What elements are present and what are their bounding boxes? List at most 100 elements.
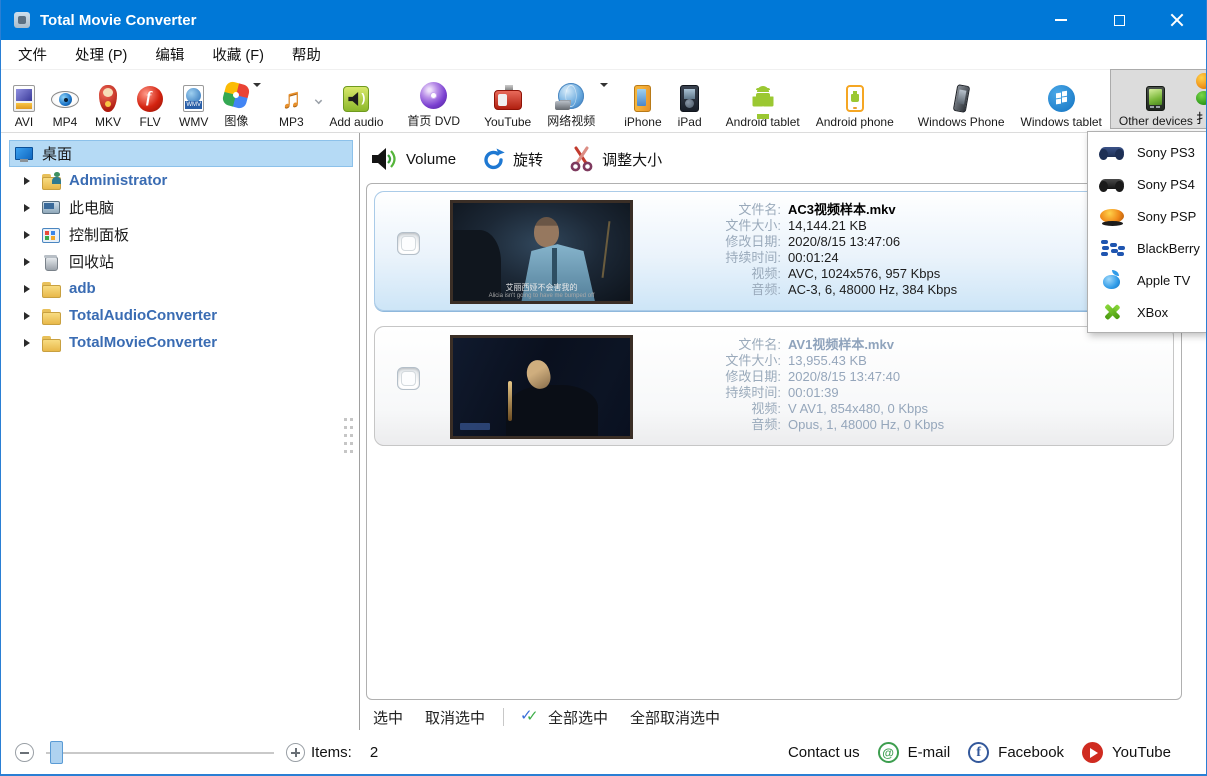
deselect-all-link[interactable]: 全部取消选中 bbox=[630, 707, 720, 728]
toolbar-mp4-button[interactable]: MP4 bbox=[43, 71, 87, 129]
ps4-gamepad-icon bbox=[1099, 174, 1125, 194]
expander-icon[interactable] bbox=[24, 177, 34, 185]
facebook-link[interactable]: Facebook bbox=[998, 744, 1064, 761]
facebook-icon[interactable]: f bbox=[968, 742, 989, 763]
file-checkbox[interactable] bbox=[397, 232, 420, 255]
divider bbox=[503, 708, 504, 726]
toolbar-iphone-button[interactable]: iPhone bbox=[616, 71, 669, 129]
youtube-link[interactable]: YouTube bbox=[1112, 744, 1171, 761]
expander-icon[interactable] bbox=[24, 285, 34, 293]
android-robot-icon bbox=[750, 84, 776, 112]
menu-item-blackberry[interactable]: BlackBerry bbox=[1088, 232, 1206, 264]
menu-favorites[interactable]: 收藏 (F) bbox=[212, 44, 264, 65]
sidebar-item-this-pc[interactable]: 此电脑 bbox=[9, 194, 353, 221]
sidebar-item-administrator[interactable]: Administrator bbox=[9, 167, 353, 194]
menu-item-sony-ps3[interactable]: Sony PS3 bbox=[1088, 136, 1206, 168]
sidebar-item-desktop[interactable]: 桌面 bbox=[9, 140, 353, 167]
file-video-info: V AV1, 854x480, 0 Kbps bbox=[788, 401, 928, 417]
splitter-grip-icon[interactable] bbox=[344, 418, 347, 421]
select-all-link[interactable]: 全部选中 bbox=[548, 707, 608, 728]
chevron-down-icon bbox=[600, 83, 608, 91]
computer-icon bbox=[41, 199, 61, 217]
sidebar-splitter[interactable] bbox=[359, 133, 360, 730]
sidebar-item-control-panel[interactable]: 控制面板 bbox=[9, 221, 353, 248]
clipped-orange-icon bbox=[1196, 73, 1207, 89]
file-name: AC3视频样本.mkv bbox=[788, 202, 896, 218]
zoom-in-icon[interactable] bbox=[286, 743, 305, 762]
file-details: 文件名:AC3视频样本.mkv 文件大小:14,144.21 KB 修改日期:2… bbox=[693, 202, 957, 298]
file-audio-info: Opus, 1, 48000 Hz, 0 Kbps bbox=[788, 417, 944, 433]
email-link[interactable]: E-mail bbox=[908, 744, 951, 761]
toolbar-image-button[interactable]: 图像 bbox=[216, 71, 261, 129]
toolbar-wmv-button[interactable]: WMV bbox=[171, 71, 216, 129]
menu-item-sony-psp[interactable]: Sony PSP bbox=[1088, 200, 1206, 232]
toolbar-windows-phone-button[interactable]: Windows Phone bbox=[910, 71, 1013, 129]
toolbar-android-phone-button[interactable]: Android phone bbox=[808, 71, 902, 129]
expander-icon[interactable] bbox=[24, 339, 34, 347]
youtube-tv-icon bbox=[494, 90, 522, 110]
expander-icon[interactable] bbox=[24, 312, 34, 320]
deselect-link[interactable]: 取消选中 bbox=[425, 707, 485, 728]
toolbar-android-tablet-button[interactable]: Android tablet bbox=[718, 71, 808, 129]
contact-us-link[interactable]: Contact us bbox=[788, 744, 860, 761]
maximize-button[interactable] bbox=[1090, 0, 1148, 40]
file-row-av1[interactable]: 文件名:AV1视频样本.mkv 文件大小:13,955.43 KB 修改日期:2… bbox=[374, 326, 1174, 446]
expander-icon[interactable] bbox=[24, 258, 34, 266]
social-links: Contact us @ E-mail f Facebook YouTube bbox=[788, 742, 1180, 763]
menu-help[interactable]: 帮助 bbox=[292, 44, 321, 65]
rotate-button[interactable]: 旋转 bbox=[482, 148, 543, 171]
blackberry-icon bbox=[1099, 238, 1125, 258]
email-icon[interactable]: @ bbox=[878, 742, 899, 763]
menu-file[interactable]: 文件 bbox=[18, 44, 47, 65]
toolbar-windows-tablet-button[interactable]: Windows tablet bbox=[1013, 71, 1110, 129]
toolbar-dvd-button[interactable]: 首页 DVD bbox=[399, 71, 468, 129]
other-devices-icon bbox=[1146, 86, 1165, 111]
wmv-file-icon bbox=[183, 85, 204, 112]
folder-icon bbox=[41, 280, 61, 298]
title-bar[interactable]: Total Movie Converter bbox=[1, 0, 1206, 40]
sidebar-item-recycle-bin[interactable]: 回收站 bbox=[9, 248, 353, 275]
menu-item-apple-tv[interactable]: Apple TV bbox=[1088, 264, 1206, 296]
app-window: Total Movie Converter 文件 处理 (P) 编辑 收藏 (F… bbox=[0, 0, 1207, 776]
toolbar-mkv-button[interactable]: MKV bbox=[87, 71, 129, 129]
zoom-slider[interactable] bbox=[46, 752, 274, 754]
youtube-icon[interactable] bbox=[1082, 742, 1103, 763]
file-name: AV1视频样本.mkv bbox=[788, 337, 894, 353]
menu-edit[interactable]: 编辑 bbox=[155, 44, 184, 65]
close-button[interactable] bbox=[1148, 0, 1206, 40]
zoom-out-icon[interactable] bbox=[15, 743, 34, 762]
sidebar-item-totalmovieconverter[interactable]: TotalMovieConverter bbox=[9, 329, 353, 356]
clipped-green-icon bbox=[1196, 91, 1207, 105]
file-row-ac3[interactable]: 艾丽西娅不会害我的 Alicia isn't going to have me … bbox=[374, 191, 1174, 311]
menu-item-sony-ps4[interactable]: Sony PS4 bbox=[1088, 168, 1206, 200]
expander-icon[interactable] bbox=[24, 204, 34, 212]
video-thumbnail[interactable]: 艾丽西娅不会害我的 Alicia isn't going to have me … bbox=[450, 200, 633, 304]
volume-speaker-icon bbox=[371, 147, 398, 171]
double-check-icon: ✓✓ bbox=[520, 709, 542, 725]
toolbar-add-audio-button[interactable]: Add audio bbox=[321, 71, 391, 129]
menu-process[interactable]: 处理 (P) bbox=[75, 44, 127, 65]
toolbar-clipped-button[interactable]: 扌 bbox=[1189, 70, 1207, 132]
volume-button[interactable]: Volume bbox=[371, 147, 456, 171]
select-link[interactable]: 选中 bbox=[373, 707, 403, 728]
video-thumbnail[interactable] bbox=[450, 335, 633, 439]
sidebar-item-adb[interactable]: adb bbox=[9, 275, 353, 302]
maximize-icon bbox=[1114, 15, 1125, 26]
toolbar-web-video-button[interactable]: 网络视频 bbox=[539, 71, 608, 129]
file-checkbox[interactable] bbox=[397, 367, 420, 390]
menu-item-xbox[interactable]: XBox bbox=[1088, 296, 1206, 328]
mp3-notes-icon bbox=[277, 84, 305, 112]
expander-icon[interactable] bbox=[24, 231, 34, 239]
toolbar-avi-button[interactable]: AVI bbox=[5, 71, 43, 129]
window-title: Total Movie Converter bbox=[40, 12, 196, 29]
toolbar-youtube-button[interactable]: YouTube bbox=[476, 71, 539, 129]
selection-bar: 选中 取消选中 ✓✓ 全部选中 全部取消选中 bbox=[373, 703, 742, 731]
resize-button[interactable]: 调整大小 bbox=[569, 146, 662, 172]
sidebar-item-totalaudioconverter[interactable]: TotalAudioConverter bbox=[9, 302, 353, 329]
apple-tv-icon bbox=[1099, 270, 1125, 290]
zoom-slider-handle[interactable] bbox=[50, 741, 63, 764]
toolbar-ipad-button[interactable]: iPad bbox=[670, 71, 710, 129]
toolbar-mp3-button[interactable]: MP3 bbox=[269, 71, 321, 129]
minimize-button[interactable] bbox=[1032, 0, 1090, 40]
toolbar-flv-button[interactable]: FLV bbox=[129, 71, 171, 129]
